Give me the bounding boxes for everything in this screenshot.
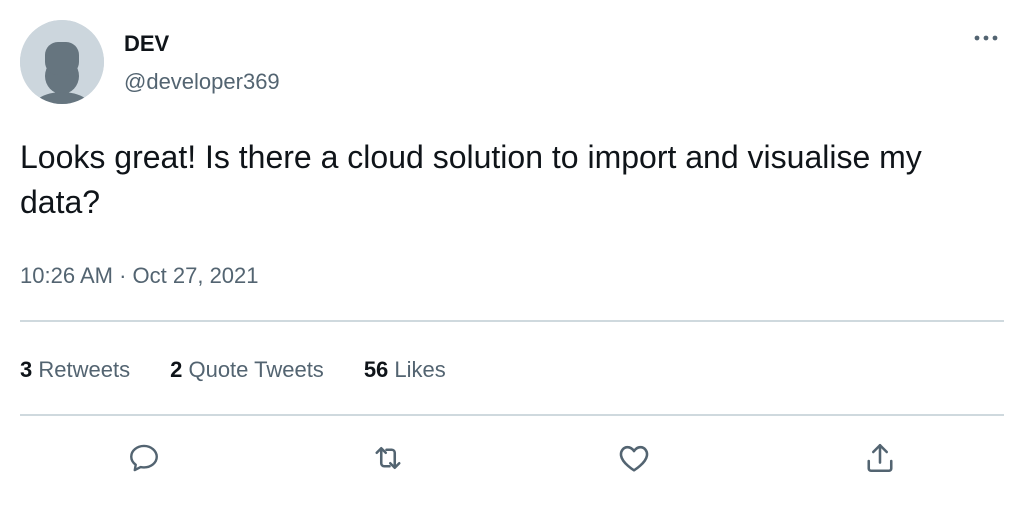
more-horizontal-icon (974, 35, 998, 41)
user-handle[interactable]: @developer369 (124, 68, 280, 96)
tweet-text: Looks great! Is there a cloud solution t… (20, 139, 922, 220)
reply-icon (130, 444, 158, 472)
likes-count: 56 (363, 357, 389, 382)
retweets-label: Retweets (38, 357, 131, 382)
quote-tweets-count: 2 (170, 357, 183, 382)
quote-tweets-stat[interactable]: 2 Quote Tweets (170, 355, 324, 385)
likes-stat[interactable]: 56 Likes (364, 355, 446, 385)
tweet-time: 10:26 AM (20, 263, 113, 288)
reply-button[interactable] (122, 436, 166, 480)
display-name[interactable]: DEV (124, 30, 169, 58)
default-profile-icon (20, 20, 104, 104)
tweet-card: DEV @developer369 Looks great! Is there … (0, 0, 1024, 520)
quote-tweets-label: Quote Tweets (188, 357, 324, 382)
retweet-button[interactable] (366, 436, 410, 480)
more-options-button[interactable] (966, 26, 1006, 50)
tweet-timestamp[interactable]: 10:26 AM · Oct 27, 2021 (20, 262, 259, 290)
like-button[interactable] (612, 436, 656, 480)
divider-top (20, 320, 1004, 322)
retweet-icon (375, 446, 401, 470)
retweets-stat[interactable]: 3 Retweets (20, 355, 130, 385)
avatar[interactable] (20, 20, 104, 104)
tweet-date: Oct 27, 2021 (132, 263, 259, 288)
tweet-stats: 3 Retweets 2 Quote Tweets 56 Likes (20, 355, 486, 385)
likes-label: Likes (394, 357, 446, 382)
share-button[interactable] (858, 436, 902, 480)
share-icon (867, 443, 893, 473)
meta-separator: · (119, 263, 127, 288)
retweets-count: 3 (20, 357, 33, 382)
heart-icon (619, 445, 649, 472)
divider-bottom (20, 414, 1004, 416)
